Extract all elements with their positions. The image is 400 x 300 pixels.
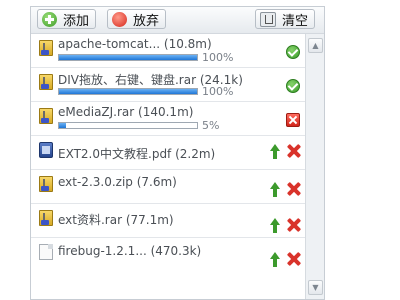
add-label: 添加: [63, 13, 90, 29]
list-item[interactable]: DIV拖放、右键、键盘.rar (24.1k) 100%: [31, 68, 305, 102]
upload-arrow-icon[interactable]: [269, 218, 281, 234]
delete-x-icon[interactable]: [287, 144, 301, 158]
upload-panel: 添加 放弃 清空 apache-tomcat... (10.8m) 100% D…: [30, 6, 325, 300]
zip-file-icon: [39, 108, 53, 124]
progress-fill: [59, 123, 66, 128]
file-icon: [39, 244, 53, 260]
add-button[interactable]: 添加: [37, 9, 97, 29]
vertical-scrollbar[interactable]: ▲ ▼: [305, 34, 324, 299]
list-item[interactable]: firebug-1.2.1... (470.3k): [31, 238, 305, 272]
progress-fill: [59, 89, 197, 94]
toolbar: 添加 放弃 清空: [31, 7, 324, 34]
zip-file-icon: [39, 176, 53, 192]
zip-file-icon: [39, 210, 53, 226]
zip-file-icon: [39, 74, 53, 90]
delete-x-icon[interactable]: [287, 218, 301, 232]
list-item[interactable]: apache-tomcat... (10.8m) 100%: [31, 34, 305, 68]
file-name: EXT2.0中文教程.pdf (2.2m): [58, 147, 216, 161]
add-icon: [42, 11, 57, 27]
progress-bar: [58, 88, 198, 95]
check-circle-icon: [286, 45, 300, 59]
upload-arrow-icon[interactable]: [269, 182, 281, 198]
file-name: apache-tomcat... (10.8m): [58, 37, 212, 51]
file-name: ext资料.rar (77.1m): [58, 213, 174, 227]
progress-percent: 5%: [202, 119, 220, 132]
check-circle-icon: [286, 79, 300, 93]
file-list: apache-tomcat... (10.8m) 100% DIV拖放、右键、键…: [31, 34, 305, 299]
stop-icon: [112, 11, 127, 27]
abandon-label: 放弃: [133, 13, 160, 29]
progress-fill: [59, 55, 197, 60]
file-name: eMediaZJ.rar (140.1m): [58, 105, 194, 119]
abandon-button[interactable]: 放弃: [107, 9, 167, 29]
file-name: ext-2.3.0.zip (7.6m): [58, 175, 177, 189]
progress-percent: 100%: [202, 85, 234, 98]
progress-bar: [58, 54, 198, 61]
clear-button[interactable]: 清空: [255, 9, 316, 29]
list-item[interactable]: ext-2.3.0.zip (7.6m): [31, 170, 305, 204]
list-item[interactable]: eMediaZJ.rar (140.1m) 5%: [31, 102, 305, 136]
scroll-up-icon[interactable]: ▲: [308, 38, 323, 53]
list-item[interactable]: ext资料.rar (77.1m): [31, 204, 305, 238]
delete-x-icon[interactable]: [287, 252, 301, 266]
list-item[interactable]: EXT2.0中文教程.pdf (2.2m): [31, 136, 305, 170]
progress-bar: [58, 122, 198, 129]
upload-arrow-icon[interactable]: [269, 252, 281, 268]
clear-icon: [260, 11, 276, 27]
file-name: firebug-1.2.1... (470.3k): [58, 244, 202, 258]
delete-x-icon[interactable]: [287, 182, 301, 196]
error-icon[interactable]: [286, 113, 300, 127]
scroll-down-icon[interactable]: ▼: [308, 280, 323, 295]
zip-file-icon: [39, 40, 53, 56]
upload-arrow-icon[interactable]: [269, 144, 281, 160]
clear-label: 清空: [282, 13, 309, 29]
progress-percent: 100%: [202, 51, 234, 64]
pdf-file-icon: [39, 142, 53, 158]
